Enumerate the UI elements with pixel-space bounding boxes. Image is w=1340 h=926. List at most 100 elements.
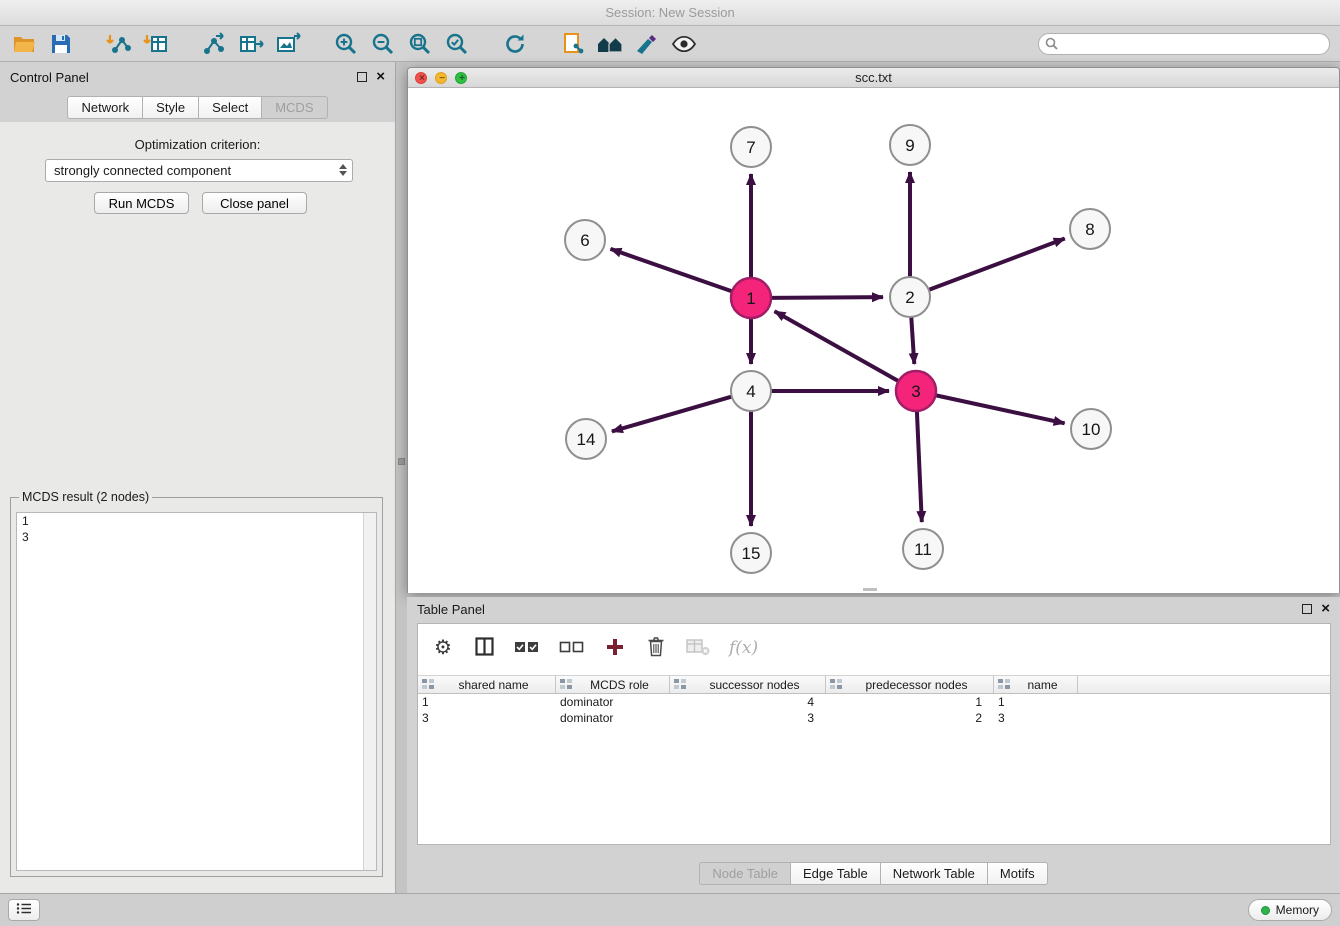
column-header[interactable]: shared name — [418, 675, 556, 694]
graph-node-7[interactable]: 7 — [731, 127, 771, 167]
graph-node-2[interactable]: 2 — [890, 277, 930, 317]
table-cell[interactable]: 2 — [826, 710, 994, 726]
save-session-button[interactable] — [47, 30, 75, 58]
canvas-resize-handle[interactable] — [863, 588, 877, 591]
column-sort-icon[interactable] — [998, 679, 1010, 690]
network-window-titlebar[interactable]: × − + scc.txt — [408, 68, 1339, 88]
function-builder-button[interactable]: f(x) — [729, 636, 758, 660]
column-header[interactable]: successor nodes — [670, 675, 826, 694]
edge-4-14[interactable] — [612, 397, 732, 432]
network-graph[interactable]: 7 9 6 8 1 2 4 3 14 10 15 11 — [408, 88, 1339, 593]
tab-motifs[interactable]: Motifs — [988, 862, 1048, 885]
tab-node-table[interactable]: Node Table — [699, 862, 791, 885]
zoom-in-button[interactable] — [332, 30, 360, 58]
tab-select[interactable]: Select — [199, 96, 262, 119]
close-panel-icon[interactable]: × — [376, 72, 385, 82]
tab-style[interactable]: Style — [143, 96, 199, 119]
float-panel-icon[interactable] — [1302, 604, 1312, 614]
edge-3-11[interactable] — [917, 411, 922, 522]
refresh-view-button[interactable] — [501, 30, 529, 58]
table-row[interactable]: 1dominator411 — [418, 694, 1330, 710]
graph-node-1[interactable]: 1 — [731, 278, 771, 318]
result-item[interactable]: 3 — [17, 529, 376, 545]
zoom-fit-button[interactable] — [406, 30, 434, 58]
window-titlebar: Session: New Session — [0, 0, 1340, 26]
table-row[interactable]: 3dominator323 — [418, 710, 1330, 726]
table-cell[interactable]: 3 — [994, 710, 1078, 726]
edge-2-3[interactable] — [911, 317, 914, 364]
table-cell[interactable]: dominator — [556, 694, 670, 710]
search-input[interactable] — [1038, 33, 1330, 55]
export-network-button[interactable] — [200, 30, 228, 58]
graph-node-3[interactable]: 3 — [896, 371, 936, 411]
close-window-button[interactable]: × — [415, 72, 427, 84]
table-cell[interactable]: 1 — [418, 694, 556, 710]
task-history-button[interactable] — [8, 899, 40, 921]
column-sort-icon[interactable] — [674, 679, 686, 690]
graph-node-11[interactable]: 11 — [903, 529, 943, 569]
zoom-out-button[interactable] — [369, 30, 397, 58]
column-sort-icon[interactable] — [830, 679, 842, 690]
zoom-selected-button[interactable] — [443, 30, 471, 58]
deselect-all-button[interactable] — [559, 636, 585, 660]
network-canvas[interactable]: 7 9 6 8 1 2 4 3 14 10 15 11 — [408, 88, 1339, 593]
show-hide-button[interactable] — [670, 30, 698, 58]
minimize-window-button[interactable]: − — [435, 72, 447, 84]
graph-node-8[interactable]: 8 — [1070, 209, 1110, 249]
home-button[interactable] — [596, 30, 624, 58]
show-columns-button[interactable] — [473, 636, 495, 660]
column-header[interactable]: name — [994, 675, 1078, 694]
table-cell[interactable]: dominator — [556, 710, 670, 726]
table-cell[interactable]: 1 — [994, 694, 1078, 710]
close-panel-icon[interactable]: × — [1321, 604, 1330, 614]
zoom-window-button[interactable]: + — [455, 72, 467, 84]
delete-column-button[interactable] — [645, 636, 667, 660]
tab-network-table[interactable]: Network Table — [881, 862, 988, 885]
panel-splitter[interactable] — [396, 62, 407, 893]
copy-network-button[interactable] — [559, 30, 587, 58]
graph-node-4[interactable]: 4 — [731, 371, 771, 411]
column-header-label: shared name — [434, 678, 553, 692]
graph-node-9[interactable]: 9 — [890, 125, 930, 165]
table-cell[interactable]: 3 — [418, 710, 556, 726]
import-table-button[interactable] — [142, 30, 170, 58]
tab-edge-table[interactable]: Edge Table — [791, 862, 881, 885]
memory-button[interactable]: Memory — [1248, 899, 1332, 921]
graph-node-10[interactable]: 10 — [1071, 409, 1111, 449]
edge-3-1[interactable] — [775, 311, 899, 381]
delete-table-button[interactable] — [686, 636, 710, 660]
graph-node-14[interactable]: 14 — [566, 419, 606, 459]
edge-2-8[interactable] — [929, 239, 1065, 290]
tab-network[interactable]: Network — [67, 96, 143, 119]
add-column-button[interactable] — [604, 636, 626, 660]
table-cell[interactable]: 4 — [670, 694, 826, 710]
criterion-dropdown[interactable]: strongly connected component — [45, 159, 353, 182]
table-settings-button[interactable]: ⚙ — [432, 636, 454, 660]
edge-3-10[interactable] — [936, 395, 1065, 423]
close-panel-button[interactable]: Close panel — [202, 192, 307, 214]
table-cell[interactable]: 3 — [670, 710, 826, 726]
column-header[interactable]: predecessor nodes — [826, 675, 994, 694]
splitter-handle[interactable] — [398, 458, 405, 465]
tab-mcds[interactable]: MCDS — [262, 96, 327, 119]
import-network-button[interactable] — [105, 30, 133, 58]
edge-1-2[interactable] — [771, 297, 883, 298]
column-sort-icon[interactable] — [422, 679, 434, 690]
export-image-button[interactable] — [274, 30, 302, 58]
edge-1-6[interactable] — [610, 249, 732, 291]
table-tabs: Node TableEdge TableNetwork TableMotifs — [407, 861, 1340, 885]
float-panel-icon[interactable] — [357, 72, 367, 82]
floppy-icon — [50, 33, 72, 55]
column-sort-icon[interactable] — [560, 679, 572, 690]
run-mcds-button[interactable]: Run MCDS — [94, 192, 189, 214]
style-brush-button[interactable] — [633, 30, 661, 58]
result-item[interactable]: 1 — [17, 513, 376, 529]
table-cell[interactable]: 1 — [826, 694, 994, 710]
graph-node-15[interactable]: 15 — [731, 533, 771, 573]
column-header[interactable]: MCDS role — [556, 675, 670, 694]
open-session-button[interactable] — [10, 30, 38, 58]
export-table-button[interactable] — [237, 30, 265, 58]
select-all-button[interactable] — [514, 636, 540, 660]
result-scrollbar[interactable] — [363, 513, 376, 870]
graph-node-6[interactable]: 6 — [565, 220, 605, 260]
